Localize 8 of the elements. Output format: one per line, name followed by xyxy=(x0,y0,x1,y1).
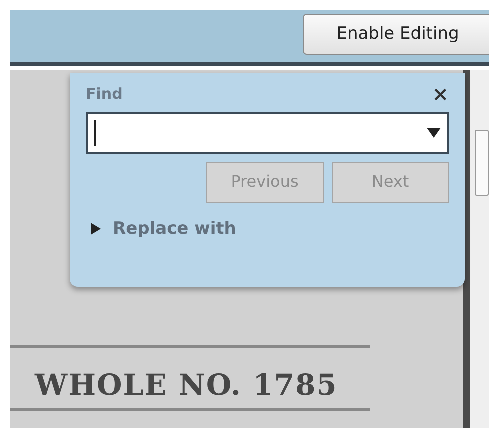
document-text: WHOLE NO. 1785 xyxy=(35,367,338,404)
search-field[interactable] xyxy=(86,112,449,154)
replace-toggle[interactable]: Replace with xyxy=(86,216,236,242)
enable-editing-button[interactable]: Enable Editing xyxy=(303,14,489,55)
scroll-thumb[interactable] xyxy=(475,130,489,196)
pane-title: Find xyxy=(86,84,123,105)
dropdown-arrow-icon[interactable] xyxy=(427,128,441,138)
close-button[interactable]: × xyxy=(432,84,449,104)
